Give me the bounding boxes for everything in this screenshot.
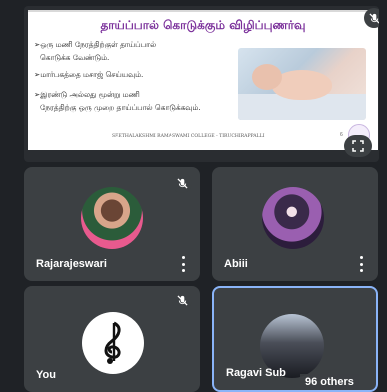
fullscreen-button[interactable] — [344, 135, 372, 157]
bullet-line: ➢ஒரு மணி நேரத்திற்குள் தாய்ப்பால் — [34, 40, 157, 49]
participant-name: Abiii — [224, 258, 248, 270]
participant-name: Rajarajeswari — [36, 258, 107, 270]
participant-tile[interactable]: You — [24, 286, 200, 392]
bullet-line: ➢மார்பகத்தை மசாஜ் செய்யவும். — [34, 70, 144, 79]
slide-bullet: ➢இரண்டு அல்லது மூன்று மணி நேரத்திற்கு ஒர… — [34, 88, 234, 114]
participant-name: Ragavi Sub — [226, 367, 286, 379]
others-count[interactable]: 96 others — [300, 374, 359, 390]
bullet-line: கொடுக்க வேண்டும். — [40, 53, 110, 62]
mic-off-icon — [172, 290, 192, 310]
more-options-icon[interactable] — [358, 256, 364, 272]
shared-slide: தாய்ப்பால் கொடுக்கும் விழிப்புணர்வு ➢ஒரு… — [28, 10, 378, 150]
more-options-icon[interactable] — [180, 256, 186, 272]
avatar — [262, 187, 324, 249]
participant-name: You — [36, 369, 56, 381]
bullet-line: ➢இரண்டு அல்லது மூன்று மணி — [34, 90, 140, 99]
slide-title: தாய்ப்பால் கொடுக்கும் விழிப்புணர்வு — [100, 18, 306, 32]
mic-off-icon — [172, 173, 192, 193]
treble-clef-icon — [104, 321, 121, 364]
fullscreen-icon — [352, 140, 364, 152]
slide-photo — [238, 48, 366, 120]
slide-bullet: ➢ஒரு மணி நேரத்திற்குள் தாய்ப்பால் கொடுக்… — [34, 38, 156, 64]
avatar — [81, 187, 143, 249]
slide-page-number: 6 — [340, 132, 343, 138]
mic-off-icon — [364, 8, 379, 28]
participant-tile[interactable]: Rajarajeswari — [24, 167, 200, 281]
presenting-label: Rajarajeswari is presenting — [38, 136, 187, 148]
bullet-line: நேரத்திற்கு ஒரு முறை தாய்ப்பால் கொடுக்கவ… — [40, 103, 201, 112]
participant-tile[interactable]: Abiii — [212, 167, 378, 281]
avatar — [82, 312, 144, 374]
slide-bullet: ➢மார்பகத்தை மசாஜ் செய்யவும். — [34, 68, 143, 81]
